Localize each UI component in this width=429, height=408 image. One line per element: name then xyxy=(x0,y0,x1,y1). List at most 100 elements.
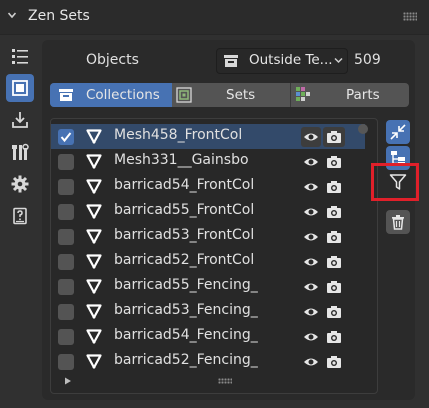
row-checkbox[interactable] xyxy=(58,354,74,370)
camera-icon[interactable] xyxy=(323,177,345,197)
row-name: Mesh458_FrontCol xyxy=(114,127,243,143)
mesh-icon xyxy=(86,304,102,319)
chevron-down-icon[interactable] xyxy=(8,11,16,19)
list-item[interactable]: barricad55_FrontCol xyxy=(51,199,365,224)
object-count: 509 xyxy=(354,52,381,68)
row-checkbox[interactable] xyxy=(58,254,74,270)
sets-icon xyxy=(176,87,192,103)
row-name: barricad54_Fencing_ xyxy=(114,327,258,343)
list-scrollbar[interactable] xyxy=(358,124,368,134)
collapse-icon xyxy=(390,124,406,140)
camera-icon[interactable] xyxy=(323,302,345,322)
row-checkbox[interactable] xyxy=(58,229,74,245)
chevron-down-icon xyxy=(334,57,343,64)
mesh-icon xyxy=(86,154,102,169)
mesh-icon xyxy=(86,254,102,269)
tab-help[interactable] xyxy=(6,202,34,230)
dropdown-value: Outside Te... xyxy=(249,52,333,68)
list-item[interactable]: barricad54_Fencing_ xyxy=(51,324,365,349)
mesh-icon xyxy=(86,279,102,294)
tab-import[interactable] xyxy=(6,106,34,134)
tab-collections[interactable]: Collections xyxy=(50,83,172,107)
trash-icon xyxy=(392,215,404,230)
eye-icon[interactable] xyxy=(301,227,321,247)
row-name: barricad55_Fencing_ xyxy=(114,277,258,293)
tab-sets[interactable]: Sets xyxy=(172,83,290,107)
camera-icon[interactable] xyxy=(323,227,345,247)
tab-sets-label: Sets xyxy=(226,87,256,103)
list-icon xyxy=(12,49,28,64)
tab-list-icon[interactable] xyxy=(6,42,34,70)
row-name: barricad52_Fencing_ xyxy=(114,352,258,368)
row-checkbox[interactable] xyxy=(58,329,74,345)
eye-icon[interactable] xyxy=(301,152,321,172)
row-name: Mesh331__Gainsbo xyxy=(114,152,249,168)
eye-icon[interactable] xyxy=(301,277,321,297)
eye-icon[interactable] xyxy=(301,177,321,197)
eye-icon[interactable] xyxy=(301,252,321,272)
list-item[interactable]: Mesh331__Gainsbo xyxy=(51,149,365,174)
camera-icon[interactable] xyxy=(323,252,345,272)
list-item[interactable]: barricad55_Fencing_ xyxy=(51,274,365,299)
mesh-icon xyxy=(86,354,102,369)
collection-icon xyxy=(59,89,73,101)
camera-icon[interactable] xyxy=(323,277,345,297)
camera-icon[interactable] xyxy=(323,352,345,372)
mode-dropdown[interactable]: Outside Te... xyxy=(216,48,348,74)
objects-label: Objects xyxy=(86,52,139,68)
mesh-icon xyxy=(86,329,102,344)
list-item[interactable]: barricad54_FrontCol xyxy=(51,174,365,199)
list-item[interactable]: barricad52_Fencing_ xyxy=(51,349,365,374)
row-name: barricad54_FrontCol xyxy=(114,177,255,193)
filter-highlight-box xyxy=(371,163,419,201)
list-item[interactable]: Mesh458_FrontCol xyxy=(51,124,365,149)
eye-icon[interactable] xyxy=(301,127,321,147)
tab-object-select[interactable] xyxy=(6,74,34,102)
import-icon xyxy=(12,112,28,128)
camera-icon[interactable] xyxy=(323,327,345,347)
eye-icon[interactable] xyxy=(301,302,321,322)
eye-icon[interactable] xyxy=(301,327,321,347)
expand-options-icon[interactable] xyxy=(64,377,72,385)
checkmark-icon xyxy=(60,132,72,143)
collapse-button[interactable] xyxy=(386,120,410,144)
zen-sets-panel: Zen Sets Objects Outside Te... 509 Colle… xyxy=(0,0,429,408)
drag-grip-icon[interactable] xyxy=(403,12,417,21)
list-resize-grip-icon[interactable] xyxy=(218,378,232,384)
row-checkbox[interactable] xyxy=(58,204,74,220)
row-checkbox[interactable] xyxy=(58,179,74,195)
tab-parts[interactable]: Parts xyxy=(291,83,409,107)
tab-settings[interactable] xyxy=(6,170,34,198)
eye-icon[interactable] xyxy=(301,202,321,222)
row-checkbox[interactable] xyxy=(58,154,74,170)
mesh-icon xyxy=(86,129,102,144)
tab-tools[interactable] xyxy=(6,138,34,166)
list-item[interactable]: barricad53_FrontCol xyxy=(51,224,365,249)
eye-icon[interactable] xyxy=(301,352,321,372)
gear-icon xyxy=(11,175,29,193)
camera-icon[interactable] xyxy=(323,152,345,172)
tab-parts-label: Parts xyxy=(346,87,380,103)
row-name: barricad53_Fencing_ xyxy=(114,302,258,318)
delete-button[interactable] xyxy=(386,210,410,234)
tab-collections-label: Collections xyxy=(86,87,160,103)
row-name: barricad53_FrontCol xyxy=(114,227,255,243)
mesh-icon xyxy=(86,229,102,244)
row-checkbox[interactable] xyxy=(58,129,74,145)
camera-icon[interactable] xyxy=(323,202,345,222)
parts-icon xyxy=(296,87,310,101)
help-book-icon xyxy=(13,207,27,225)
camera-icon[interactable] xyxy=(323,127,345,147)
mesh-icon xyxy=(86,179,102,194)
row-name: barricad52_FrontCol xyxy=(114,252,255,268)
segmented-tabs: Collections Sets Parts xyxy=(50,83,409,107)
list-item[interactable]: barricad53_Fencing_ xyxy=(51,299,365,324)
object-select-icon xyxy=(12,80,28,96)
list-item[interactable]: barricad52_FrontCol xyxy=(51,249,365,274)
row-name: barricad55_FrontCol xyxy=(114,202,255,218)
object-list: Mesh458_FrontCol Mesh331__Gainsbo barric… xyxy=(50,118,378,394)
row-checkbox[interactable] xyxy=(58,279,74,295)
collection-box-icon xyxy=(224,55,238,67)
panel-header[interactable]: Zen Sets xyxy=(0,0,429,35)
row-checkbox[interactable] xyxy=(58,304,74,320)
